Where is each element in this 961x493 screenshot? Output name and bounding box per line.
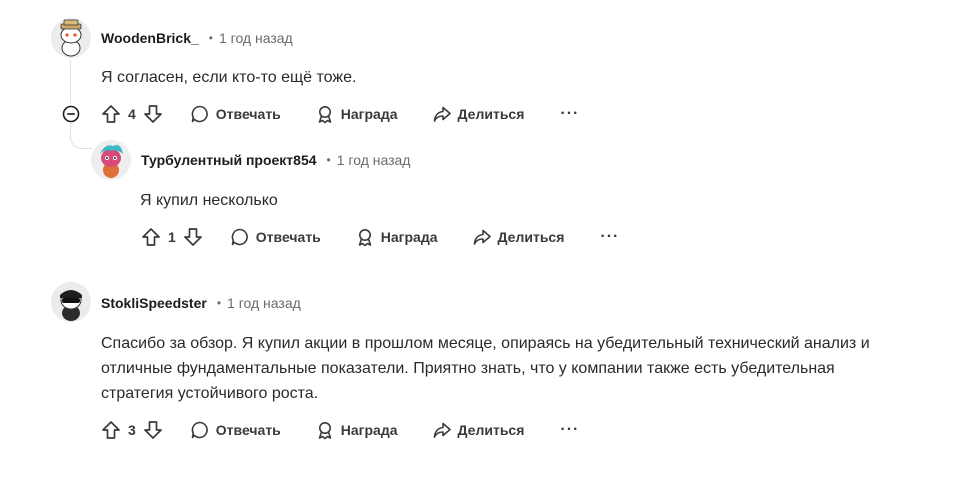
award-icon <box>315 104 335 124</box>
vote-count: 3 <box>128 422 136 438</box>
reply-label: Отвечать <box>215 422 281 438</box>
share-icon <box>432 420 452 440</box>
downvote-icon[interactable] <box>142 103 164 125</box>
share-button[interactable]: Делиться <box>432 104 525 124</box>
upvote-icon[interactable] <box>100 419 122 441</box>
comment-icon <box>190 420 210 440</box>
comment-text: Я купил несколько <box>140 192 278 209</box>
share-label: Делиться <box>457 106 525 122</box>
share-icon <box>432 104 452 124</box>
meta-separator: • <box>216 296 222 310</box>
meta-separator: • <box>326 153 331 167</box>
comment-text-line: Спасибо за обзор. Я купил акции в прошло… <box>101 335 870 352</box>
comment-actions: 3 Отвечать Награда Делиться ··· <box>100 414 579 446</box>
reply-label: Отвечать <box>255 229 321 245</box>
avatar[interactable] <box>91 140 131 180</box>
author-name[interactable]: Турбулентный проект854 <box>141 152 317 168</box>
more-options-button[interactable]: ··· <box>560 105 579 123</box>
upvote-icon[interactable] <box>140 226 162 248</box>
reply-label: Отвечать <box>215 106 281 122</box>
comment-text-line: стратегия устойчивого роста. <box>101 385 319 402</box>
award-label: Награда <box>340 106 398 122</box>
comment-text: Я согласен, если кто-то ещё тоже. <box>101 69 357 86</box>
meta-separator: • <box>208 31 213 45</box>
share-button[interactable]: Делиться <box>472 227 565 247</box>
downvote-icon[interactable] <box>142 419 164 441</box>
reply-button[interactable]: Отвечать <box>230 227 321 247</box>
vote-count: 1 <box>168 229 176 245</box>
award-button[interactable]: Награда <box>315 104 398 124</box>
award-label: Награда <box>380 229 438 245</box>
comment-actions: 4 Отвечать Награда Делиться ··· <box>100 98 579 130</box>
comment-text: Спасибо за обзор. Я купил акции в прошло… <box>101 331 946 406</box>
share-icon <box>472 227 492 247</box>
more-options-button[interactable]: ··· <box>600 228 619 246</box>
avatar[interactable] <box>51 282 91 322</box>
comment-timestamp[interactable]: 1 год назад <box>337 152 411 168</box>
award-label: Награда <box>340 422 398 438</box>
more-options-button[interactable]: ··· <box>560 421 579 439</box>
author-name[interactable]: StokliSpeedster <box>101 295 207 311</box>
award-icon <box>315 420 335 440</box>
comment-icon <box>190 104 210 124</box>
award-button[interactable]: Награда <box>355 227 438 247</box>
avatar-turbulent-image <box>91 140 131 180</box>
comment-text-line: отличные фундаментальные показатели. При… <box>101 360 835 377</box>
avatar-woodenbrick-image <box>51 18 91 58</box>
share-button[interactable]: Делиться <box>432 420 525 440</box>
comment-actions: 1 Отвечать Награда Делиться ··· <box>140 221 619 253</box>
avatar[interactable] <box>51 18 91 58</box>
avatar-stokli-image <box>51 282 91 322</box>
author-name[interactable]: WoodenBrick_ <box>101 30 199 46</box>
collapse-icon[interactable] <box>62 105 80 123</box>
reply-button[interactable]: Отвечать <box>190 104 281 124</box>
reply-button[interactable]: Отвечать <box>190 420 281 440</box>
thread-branch <box>70 133 92 149</box>
share-label: Делиться <box>497 229 565 245</box>
award-button[interactable]: Награда <box>315 420 398 440</box>
downvote-icon[interactable] <box>182 226 204 248</box>
thread-line <box>70 60 71 103</box>
comment-timestamp[interactable]: 1 год назад <box>219 30 293 46</box>
vote-count: 4 <box>128 106 136 122</box>
comment-timestamp[interactable]: 1 год назад <box>227 295 301 311</box>
upvote-icon[interactable] <box>100 103 122 125</box>
share-label: Делиться <box>457 422 525 438</box>
comment-icon <box>230 227 250 247</box>
award-icon <box>355 227 375 247</box>
